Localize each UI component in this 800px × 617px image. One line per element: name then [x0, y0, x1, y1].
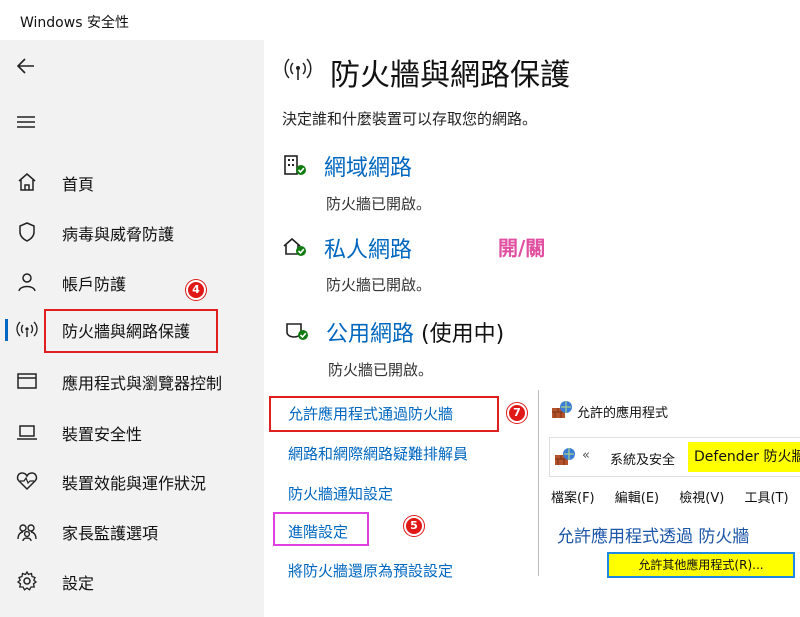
shield-icon [19, 222, 35, 242]
sidebar-item-home[interactable]: 首頁 [0, 161, 264, 203]
wifi-signal-icon [284, 58, 312, 80]
sidebar-item-label: 設定 [62, 574, 95, 593]
network-domain-status: 防火牆已開啟。 [326, 195, 432, 213]
highlight-box-allow-app [269, 396, 499, 432]
sidebar-item-label: 裝置安全性 [62, 425, 143, 444]
laptop-icon [17, 425, 37, 440]
page-subtitle: 決定誰和什麼裝置可以存取您的網路。 [282, 110, 538, 128]
window-title: 允許的應用程式 [577, 406, 669, 421]
gear-icon [16, 570, 38, 591]
sidebar-item-family-options[interactable]: 家長監護選項 [0, 510, 264, 552]
allowed-apps-heading: 允許應用程式透過 防火牆 [557, 527, 750, 547]
heart-pulse-icon [16, 472, 38, 491]
family-icon [17, 524, 37, 542]
private-network-icon [283, 237, 306, 256]
menu-file[interactable]: 檔案(F) [551, 491, 595, 506]
public-network-icon [286, 323, 308, 340]
wifi-signal-icon [16, 321, 38, 337]
menu-tools[interactable]: 工具(T) [744, 491, 788, 506]
network-troubleshooter-link[interactable]: 網路和網際網路疑難排解員 [288, 443, 468, 464]
active-indicator [5, 319, 8, 341]
menu-edit[interactable]: 編輯(E) [615, 491, 659, 506]
breadcrumb-overflow-icon[interactable]: « [582, 448, 590, 463]
window-icon [17, 373, 37, 389]
network-active-label: (使用中) [414, 322, 505, 347]
network-public-link[interactable]: 公用網路 (使用中) [326, 316, 504, 348]
network-public-status: 防火牆已開啟。 [328, 361, 434, 379]
step-badge: 5 [404, 516, 424, 536]
address-bar[interactable]: « 系統及安全 Defender 防火牆 [549, 437, 800, 477]
sidebar-item-settings[interactable]: 設定 [0, 560, 264, 602]
home-icon [18, 173, 36, 191]
background-strip [620, 0, 800, 390]
network-domain-link[interactable]: 網域網路 [324, 150, 412, 182]
hamburger-menu-icon[interactable] [14, 110, 38, 134]
network-private-status: 防火牆已開啟。 [326, 276, 432, 294]
sidebar-item-device-performance[interactable]: 裝置效能與運作狀況 [0, 460, 264, 502]
sidebar-item-virus-protection[interactable]: 病毒與威脅防護 [0, 211, 264, 253]
allowed-apps-window: 允許的應用程式 « 系統及安全 Defender 防火牆 檔案(F) 編輯(E)… [538, 390, 800, 578]
person-icon [18, 273, 36, 292]
menu-view[interactable]: 檢視(V) [679, 491, 724, 506]
firewall-app-icon [552, 401, 572, 418]
allow-another-app-button[interactable]: 允許其他應用程式(R)... [607, 552, 795, 578]
sidebar-item-label: 裝置效能與運作狀況 [62, 474, 207, 493]
network-name: 公用網路 [326, 322, 415, 347]
highlight-box-firewall-nav [44, 309, 218, 353]
network-private-link[interactable]: 私人網路 [324, 232, 412, 264]
sidebar-item-label: 家長監護選項 [62, 524, 159, 543]
sidebar-item-label: 帳戶防護 [62, 275, 127, 294]
sidebar-item-device-security[interactable]: 裝置安全性 [0, 411, 264, 453]
sidebar-item-account-protection[interactable]: 帳戶防護 [0, 261, 264, 303]
annotation-on-off: 開/關 [498, 236, 546, 260]
sidebar-item-label: 首頁 [62, 175, 95, 194]
breadcrumb-system-security[interactable]: 系統及安全 [610, 449, 675, 468]
highlight-box-advanced [273, 512, 369, 546]
firewall-notification-settings-link[interactable]: 防火牆通知設定 [288, 483, 393, 504]
window-title: Windows 安全性 [20, 15, 129, 31]
restore-defaults-link[interactable]: 將防火牆還原為預設設定 [288, 560, 453, 581]
network-name: 網域網路 [324, 156, 413, 181]
sidebar-item-label: 應用程式與瀏覽器控制 [62, 374, 223, 393]
sidebar-item-label: 病毒與威脅防護 [62, 225, 175, 244]
step-badge: 4 [186, 280, 206, 300]
title-bar: Windows 安全性 [0, 0, 620, 40]
firewall-app-icon [555, 448, 575, 465]
menu-bar: 檔案(F) 編輯(E) 檢視(V) 工具(T) [551, 487, 800, 506]
back-arrow-icon[interactable] [14, 54, 38, 78]
sidebar-item-app-browser-control[interactable]: 應用程式與瀏覽器控制 [0, 360, 264, 402]
page-title: 防火牆與網路保護 [330, 58, 570, 93]
step-badge: 7 [507, 403, 527, 423]
domain-network-icon [284, 155, 306, 175]
network-name: 私人網路 [324, 238, 413, 263]
breadcrumb-defender-firewall[interactable]: Defender 防火牆 [688, 442, 800, 472]
